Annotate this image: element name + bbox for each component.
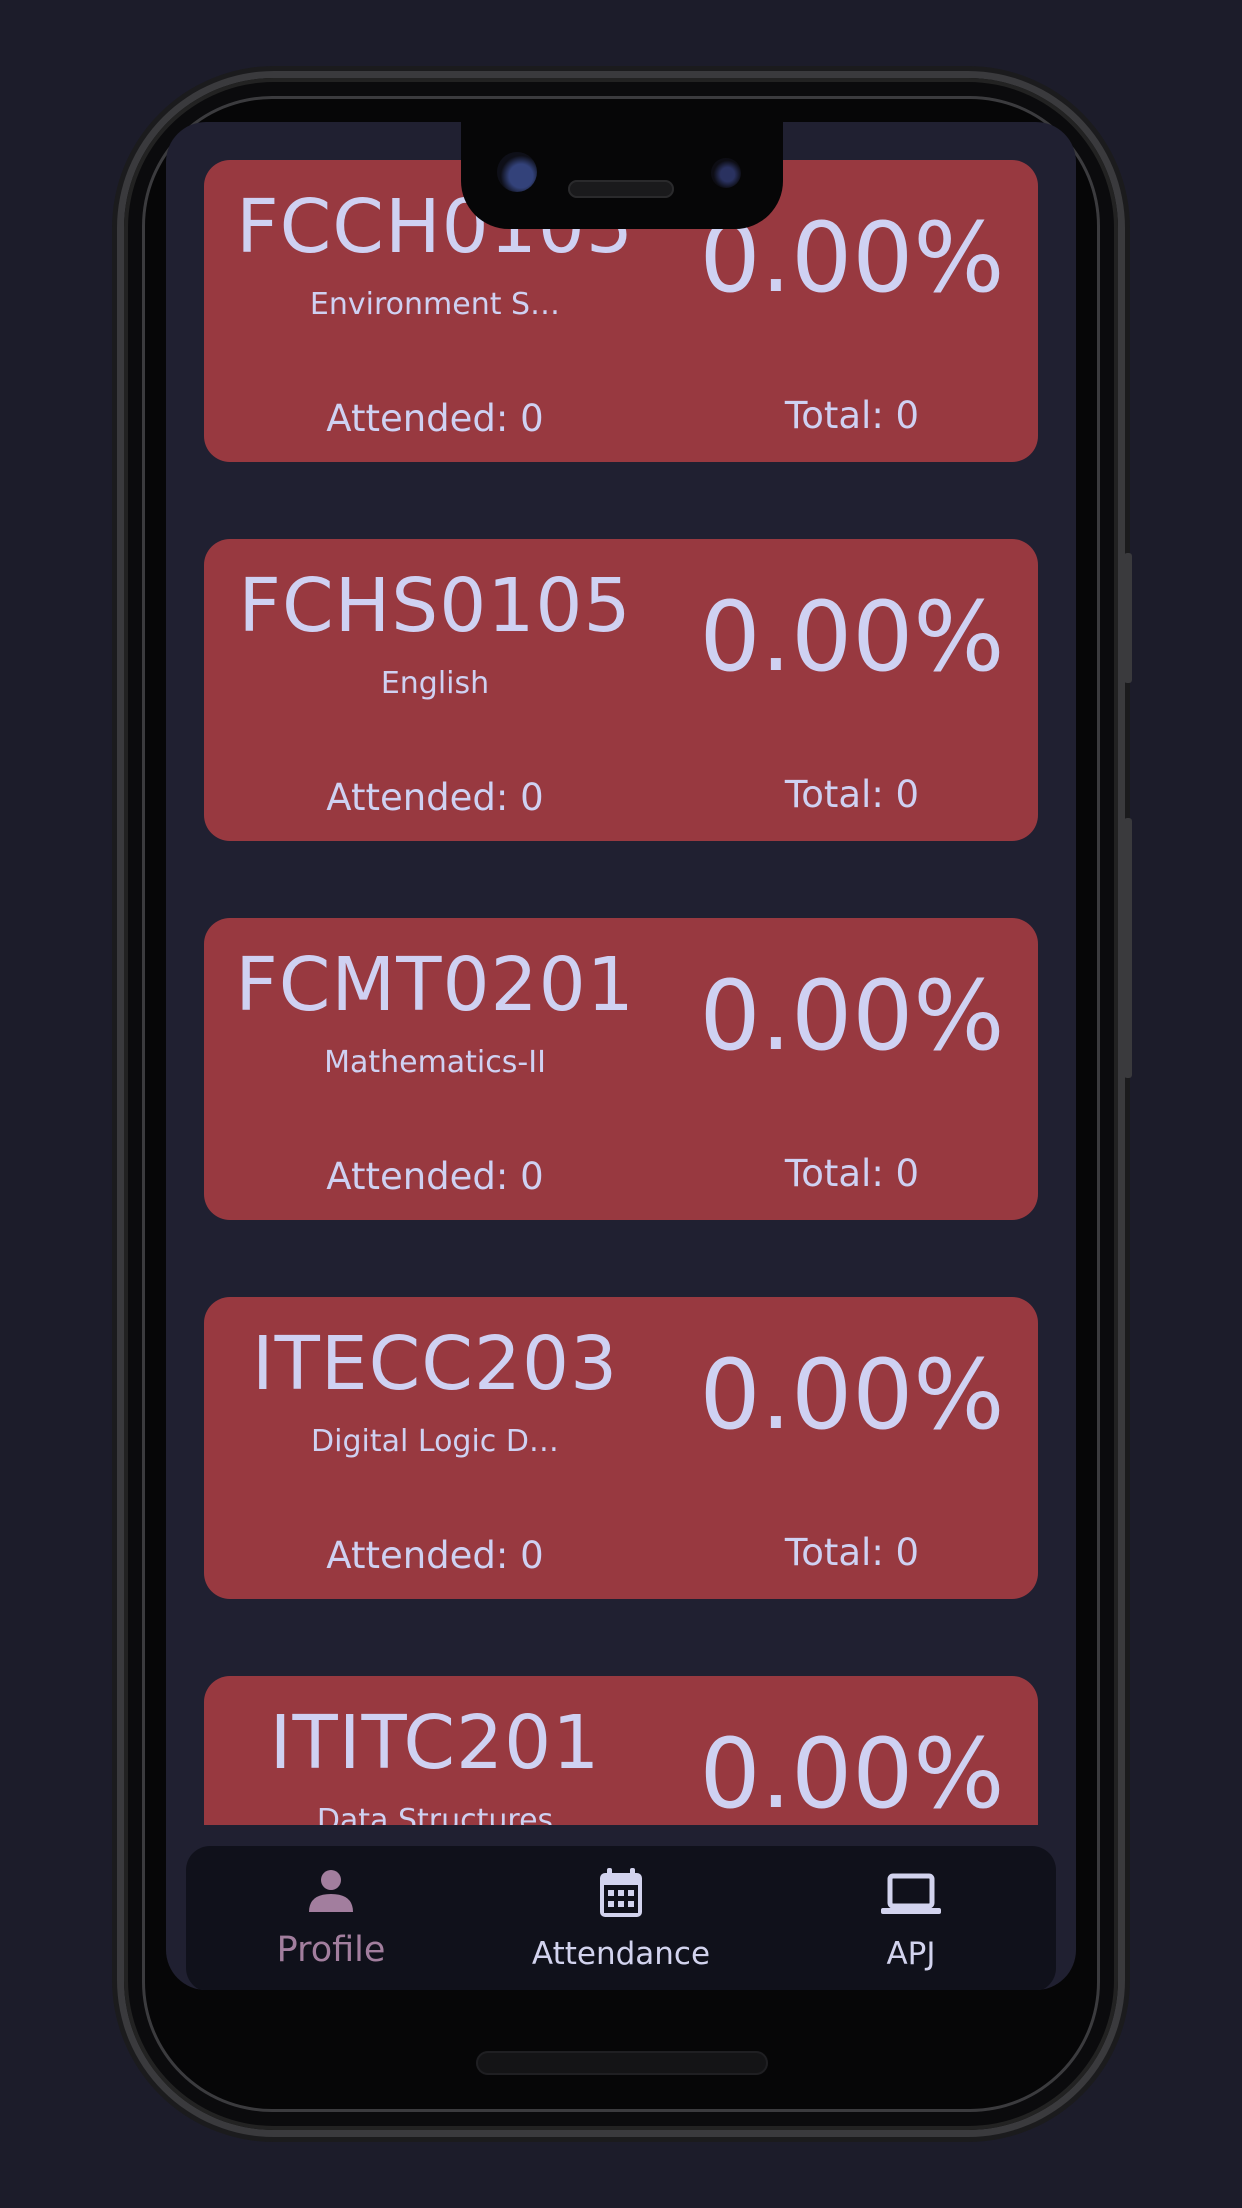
- attended-count: Attended: 0: [326, 1155, 544, 1198]
- subject-code: ITITC201: [269, 1700, 601, 1786]
- phone-chin-speaker: [476, 2051, 768, 2075]
- power-button: [1124, 553, 1132, 683]
- subject-card[interactable]: FCHS0105 English 0.00% Attended: 0 Total…: [204, 539, 1038, 841]
- subject-card[interactable]: FCMT0201 Mathematics-II 0.00% Attended: …: [204, 918, 1038, 1220]
- attendance-percentage: 0.00%: [699, 581, 1005, 693]
- calendar-icon: [600, 1868, 642, 1917]
- subject-name: Mathematics-II: [324, 1045, 546, 1080]
- nav-label-profile: Profile: [276, 1930, 386, 1970]
- subject-name: Digital Logic D…: [311, 1424, 559, 1459]
- subject-name: English: [380, 666, 490, 701]
- laptop-icon: [881, 1873, 941, 1914]
- app-screen: FCCH0105 Environment S… 0.00% Attended: …: [166, 122, 1076, 1990]
- subject-name: Data Structures: [316, 1803, 554, 1826]
- total-count: Total: 0: [784, 1152, 920, 1195]
- subject-name: Environment S…: [309, 287, 561, 322]
- subject-code: FCHS0105: [238, 563, 632, 649]
- volume-button: [1124, 818, 1132, 1078]
- subject-code: ITECC203: [251, 1321, 619, 1407]
- attended-count: Attended: 0: [326, 776, 544, 819]
- attendance-percentage: 0.00%: [699, 1339, 1005, 1451]
- sensor-icon: [711, 158, 741, 188]
- subject-code: FCMT0201: [235, 942, 635, 1028]
- front-camera-icon: [497, 152, 537, 192]
- camera-notch: [461, 112, 783, 229]
- bottom-navigation: Profile Attendance APJ: [186, 1846, 1056, 1990]
- subject-card[interactable]: ITECC203 Digital Logic D… 0.00% Attended…: [204, 1297, 1038, 1599]
- nav-item-attendance[interactable]: Attendance: [476, 1846, 766, 1990]
- attended-count: Attended: 0: [326, 1534, 544, 1577]
- total-count: Total: 0: [784, 394, 920, 437]
- nav-label-apj: APJ: [886, 1936, 936, 1972]
- attended-count: Attended: 0: [326, 397, 544, 440]
- total-count: Total: 0: [784, 1531, 920, 1574]
- attendance-percentage: 0.00%: [699, 960, 1005, 1072]
- subject-card[interactable]: ITITC201 Data Structures 0.00%: [204, 1676, 1038, 1825]
- nav-item-apj[interactable]: APJ: [766, 1846, 1056, 1990]
- total-count: Total: 0: [784, 773, 920, 816]
- person-icon: [309, 1870, 353, 1912]
- earpiece-speaker: [568, 180, 674, 198]
- nav-label-attendance: Attendance: [531, 1936, 711, 1972]
- nav-item-profile[interactable]: Profile: [186, 1846, 476, 1990]
- attendance-list[interactable]: FCCH0105 Environment S… 0.00% Attended: …: [166, 122, 1076, 1825]
- attendance-percentage: 0.00%: [699, 1718, 1005, 1825]
